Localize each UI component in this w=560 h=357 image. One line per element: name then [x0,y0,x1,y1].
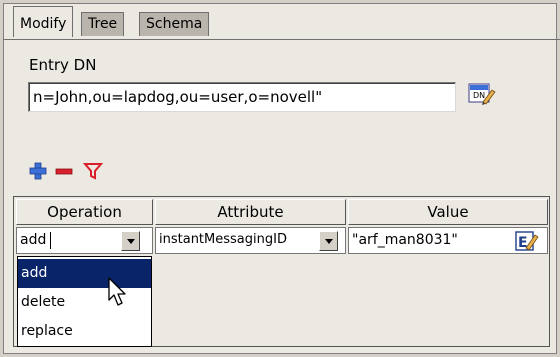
column-header-operation[interactable]: Operation [16,199,153,225]
svg-text:E: E [518,235,528,251]
tab-divider [3,39,560,40]
entry-dn-label: Entry DN [29,56,97,74]
column-header-value[interactable]: Value [348,199,548,225]
value-cell-text: "arf_man8031" [352,232,458,248]
entry-dn-field[interactable]: n=John,ou=lapdog,ou=user,o=novell" [28,82,456,112]
add-icon[interactable] [27,160,49,182]
chevron-down-icon[interactable] [319,231,338,251]
dropdown-option-add[interactable]: add [18,259,151,288]
operation-combo[interactable]: add [16,227,153,254]
column-header-attribute[interactable]: Attribute [155,199,346,225]
remove-icon[interactable] [53,160,75,182]
mouse-pointer-icon [108,277,126,306]
tab-modify[interactable]: Modify [13,6,74,37]
dropdown-option-replace[interactable]: replace [18,317,151,346]
tab-schema[interactable]: Schema [139,12,210,36]
attribute-combo-value: instantMessagingID [159,232,287,247]
attribute-combo[interactable]: instantMessagingID [155,227,346,254]
filter-icon[interactable] [82,160,104,182]
operation-dropdown-list: add delete replace [17,256,152,347]
value-cell[interactable]: "arf_man8031" E [348,227,548,254]
svg-text:DN: DN [473,91,485,100]
dropdown-option-delete[interactable]: delete [18,288,151,317]
text-caret [50,232,51,249]
tab-tree[interactable]: Tree [81,12,125,36]
operation-combo-value: add [20,232,47,248]
chevron-down-icon[interactable] [121,231,140,251]
edit-value-icon[interactable]: E [515,230,539,252]
edit-dn-icon[interactable]: DN [468,82,496,106]
